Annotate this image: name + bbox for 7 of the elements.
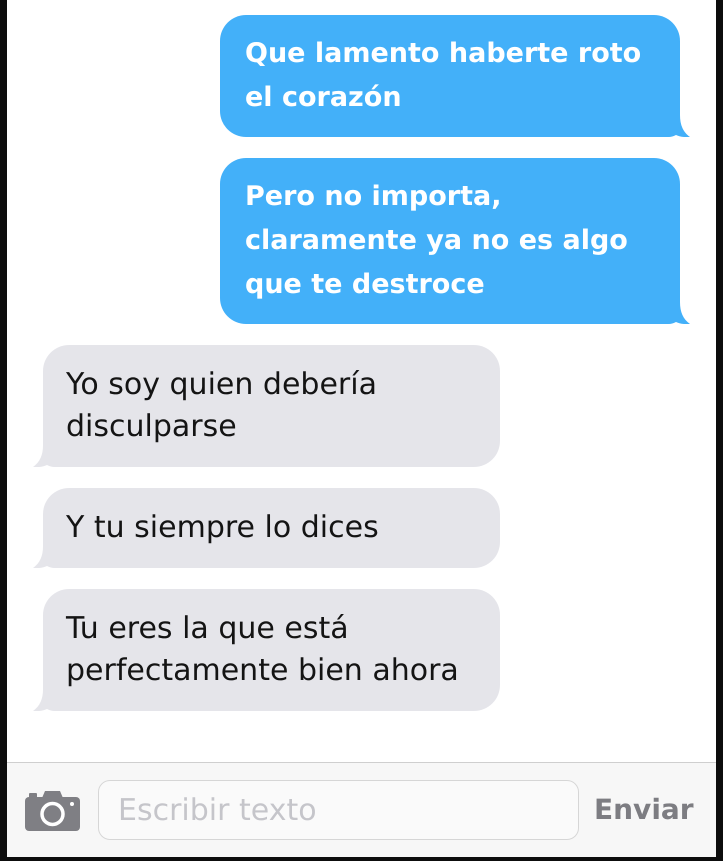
message-text: Tu eres la que está perfectamente bien ahora	[66, 610, 460, 690]
camera-icon[interactable]	[25, 790, 80, 830]
message-text: Yo soy quien debería disculparse	[66, 366, 378, 446]
message-text: Y tu siempre lo dices	[66, 509, 380, 547]
message-text: Que lamento haberte roto el corazón	[245, 37, 642, 115]
message-text: Pero no importa, claramente ya no es algo que te destroce	[245, 180, 629, 302]
send-button[interactable]: Enviar	[594, 796, 694, 824]
